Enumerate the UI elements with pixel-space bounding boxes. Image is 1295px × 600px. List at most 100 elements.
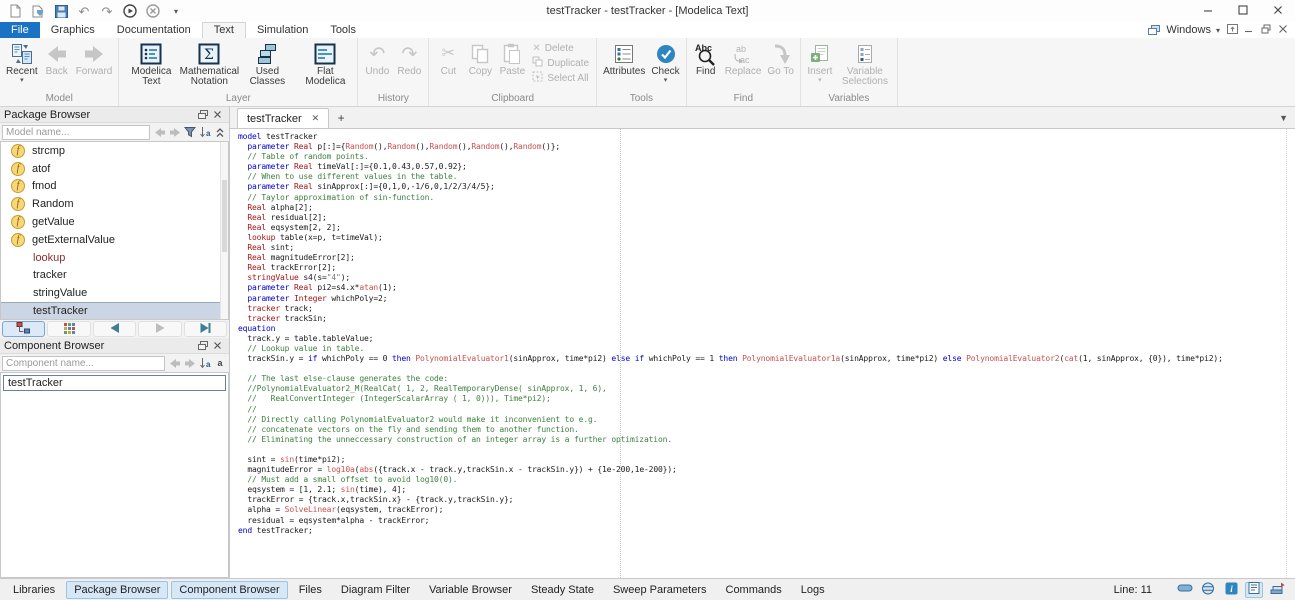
paste-button[interactable]: Paste: [496, 39, 528, 92]
float-panel-icon[interactable]: [195, 339, 210, 352]
windows-menu-caret-icon[interactable]: ▾: [1216, 26, 1220, 35]
new-tab-button[interactable]: +: [329, 108, 353, 128]
package-item-strcmp[interactable]: fstrcmp: [1, 142, 228, 160]
status-toggle-variable-browser[interactable]: Variable Browser: [421, 581, 520, 599]
select-all-button[interactable]: Select All: [532, 72, 589, 84]
package-item-tracker[interactable]: tracker: [1, 267, 228, 285]
package-item-random[interactable]: fRandom: [1, 195, 228, 213]
nav-forward-icon[interactable]: [183, 356, 197, 370]
copy-button[interactable]: Copy: [464, 39, 496, 92]
package-item-fmod[interactable]: ffmod: [1, 178, 228, 196]
menu-tab-tools[interactable]: Tools: [319, 22, 367, 38]
package-item-testtracker[interactable]: testTracker: [1, 302, 228, 320]
status-toggle-diagram-filter[interactable]: Diagram Filter: [333, 581, 418, 599]
code-editor[interactable]: model testTracker parameter Real p[:]={R…: [230, 128, 1295, 578]
kernel-status-button[interactable]: [1176, 582, 1194, 598]
stop-icon[interactable]: [145, 3, 161, 19]
menu-tab-text[interactable]: Text: [202, 22, 246, 38]
modelica-text-button[interactable]: Modelica Text: [122, 39, 180, 92]
component-name-search-input[interactable]: [2, 356, 165, 371]
mdi-minimize-button[interactable]: [1242, 24, 1256, 37]
menu-tab-documentation[interactable]: Documentation: [106, 22, 202, 38]
history-back-button[interactable]: [93, 321, 136, 337]
close-panel-icon[interactable]: [210, 339, 225, 352]
package-tree[interactable]: fstrcmpfatofffmodfRandomfgetValuefgetExt…: [0, 141, 229, 320]
replace-button[interactable]: abacReplace: [722, 39, 765, 92]
redo-quick-icon[interactable]: ↷: [99, 3, 115, 19]
insert-button[interactable]: Insert▾: [804, 39, 836, 92]
close-button[interactable]: [1260, 0, 1295, 22]
connection-status-button[interactable]: [1199, 582, 1217, 598]
package-tree-scrollbar[interactable]: [220, 142, 228, 319]
sort-descending-icon[interactable]: a: [198, 356, 212, 370]
new-document-icon[interactable]: [7, 3, 23, 19]
menu-tab-graphics[interactable]: Graphics: [40, 22, 106, 38]
model-name-search-input[interactable]: [2, 125, 150, 140]
status-toggle-libraries[interactable]: Libraries: [5, 581, 63, 599]
component-item-testtracker[interactable]: testTracker: [3, 375, 226, 391]
flat-modelica-button[interactable]: Flat Modelica: [296, 39, 354, 92]
attributes-button[interactable]: Attributes: [600, 39, 648, 92]
status-toggle-commands[interactable]: Commands: [718, 581, 790, 599]
recent-button[interactable]: Recent▾: [3, 39, 41, 92]
windows-menu[interactable]: Windows: [1166, 24, 1211, 36]
status-toggle-files[interactable]: Files: [291, 581, 330, 599]
check-button[interactable]: Check▾: [648, 39, 682, 92]
undo-quick-icon[interactable]: ↶: [76, 3, 92, 19]
package-item-stringvalue[interactable]: stringValue: [1, 284, 228, 302]
used-classes-button[interactable]: Used Classes: [238, 39, 296, 92]
minimize-button[interactable]: [1190, 0, 1225, 22]
toolbar-options-icon[interactable]: ▾: [168, 3, 184, 19]
variable-selections-button[interactable]: Variable Selections: [836, 39, 894, 92]
menu-tab-file[interactable]: File: [0, 22, 40, 38]
scrollbar-thumb[interactable]: [222, 180, 227, 252]
go-to-button[interactable]: Go To: [764, 39, 797, 92]
back-button[interactable]: Back: [41, 39, 73, 92]
match-case-icon[interactable]: a: [213, 356, 227, 370]
status-toggle-logs[interactable]: Logs: [793, 581, 833, 599]
messages-button[interactable]: [1245, 582, 1263, 598]
info-button[interactable]: i: [1222, 582, 1240, 598]
status-toggle-sweep-parameters[interactable]: Sweep Parameters: [605, 581, 715, 599]
undo-button[interactable]: ↶Undo: [361, 39, 393, 92]
package-item-atof[interactable]: fatof: [1, 160, 228, 178]
icon-view-button[interactable]: [47, 321, 90, 337]
find-button[interactable]: AbcFind: [690, 39, 722, 92]
simulate-icon[interactable]: [122, 3, 138, 19]
simulation-center-button[interactable]: [1268, 582, 1286, 598]
nav-forward-icon[interactable]: [168, 125, 182, 139]
collapse-all-icon[interactable]: [213, 125, 227, 139]
cut-button[interactable]: ✂Cut: [432, 39, 464, 92]
forward-button[interactable]: Forward: [73, 39, 116, 92]
history-forward-button[interactable]: [138, 321, 181, 337]
filter-icon[interactable]: [183, 125, 197, 139]
close-panel-icon[interactable]: [210, 108, 225, 121]
delete-button[interactable]: ✕Delete: [532, 42, 589, 54]
sort-descending-icon[interactable]: a: [198, 125, 212, 139]
mdi-close-button[interactable]: [1276, 24, 1290, 37]
status-toggle-package-browser[interactable]: Package Browser: [66, 581, 168, 599]
pin-window-button[interactable]: [1225, 24, 1239, 37]
package-item-lookup[interactable]: lookup: [1, 249, 228, 267]
tab-list-chevron-icon[interactable]: ▼: [1279, 113, 1295, 123]
save-icon[interactable]: [53, 3, 69, 19]
maximize-button[interactable]: [1225, 0, 1260, 22]
open-document-icon[interactable]: [30, 3, 46, 19]
go-to-class-button[interactable]: [184, 321, 227, 337]
status-toggle-steady-state[interactable]: Steady State: [523, 581, 602, 599]
menu-tab-simulation[interactable]: Simulation: [246, 22, 319, 38]
close-tab-icon[interactable]: ✕: [312, 114, 320, 123]
editor-tab-testtracker[interactable]: testTracker ✕: [237, 108, 329, 128]
mdi-restore-button[interactable]: [1259, 24, 1273, 37]
package-item-getexternalvalue[interactable]: fgetExternalValue: [1, 231, 228, 249]
nav-back-icon[interactable]: [168, 356, 182, 370]
mathematical-notation-button[interactable]: ΣMathematical Notation: [180, 39, 238, 92]
nav-back-icon[interactable]: [153, 125, 167, 139]
class-view-button[interactable]: [2, 321, 45, 337]
component-tree[interactable]: testTracker: [0, 372, 229, 578]
status-toggle-component-browser[interactable]: Component Browser: [171, 581, 287, 599]
duplicate-button[interactable]: Duplicate: [532, 57, 589, 69]
redo-button[interactable]: ↷Redo: [393, 39, 425, 92]
float-panel-icon[interactable]: [195, 108, 210, 121]
package-item-getvalue[interactable]: fgetValue: [1, 213, 228, 231]
